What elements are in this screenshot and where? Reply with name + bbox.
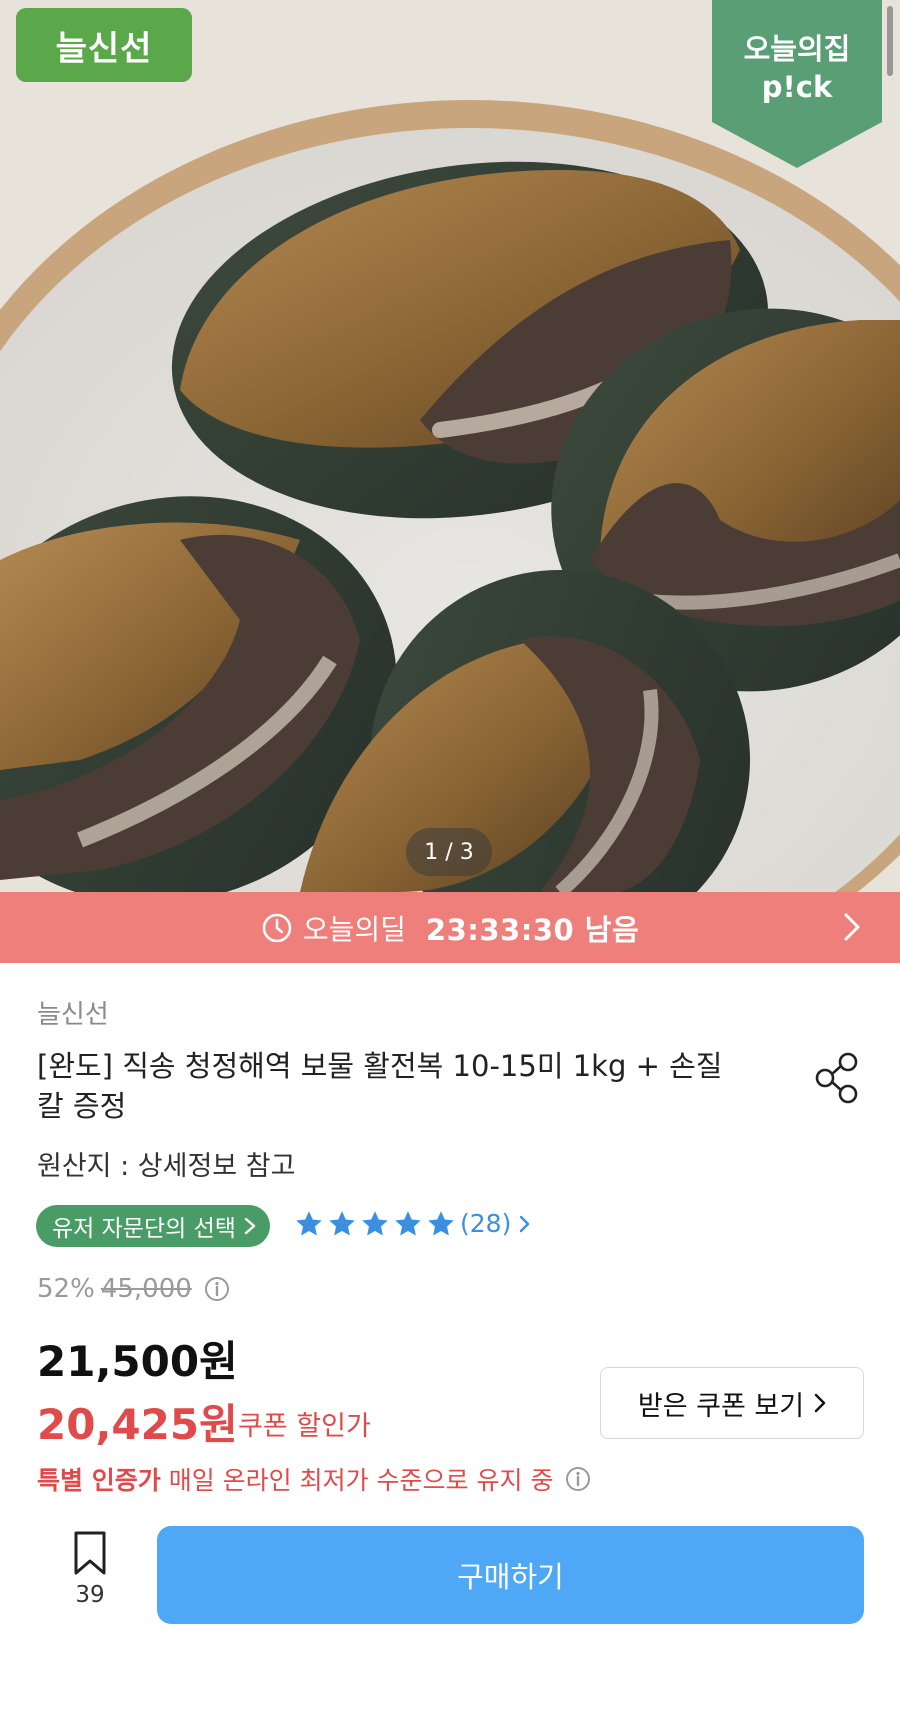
chevron-right-icon <box>520 1215 530 1232</box>
star-icon <box>428 1211 454 1236</box>
chevron-right-icon <box>244 1217 256 1235</box>
ohouse-pick-ribbon: 오늘의집 p!ck <box>712 0 882 168</box>
today-deal-bar[interactable]: 오늘의딜 23:33:30 남음 <box>0 892 900 963</box>
certified-price-label: 특별 인증가 <box>37 1466 161 1495</box>
coupon-price-label: 쿠폰 할인가 <box>238 1411 371 1442</box>
buy-button[interactable]: 구매하기 <box>157 1526 864 1624</box>
discount-rate: 52% <box>37 1274 95 1304</box>
star-icon <box>395 1211 421 1236</box>
ribbon-line-2: p!ck <box>761 70 833 104</box>
advisor-pick-badge[interactable]: 유저 자문단의 선택 <box>36 1205 270 1247</box>
product-title: [완도] 직송 청정해역 보물 활전복 10-15미 1kg + 손질칼 증정 <box>37 1049 723 1123</box>
original-price: 45,000 <box>100 1274 192 1304</box>
share-icon[interactable] <box>812 1051 862 1105</box>
coupon-price: 20,425원 <box>37 1400 238 1449</box>
bookmark-icon <box>74 1531 106 1575</box>
view-coupons-label: 받은 쿠폰 보기 <box>637 1390 805 1422</box>
bookmark-count: 39 <box>75 1582 105 1608</box>
image-pager: 1 / 3 <box>406 828 492 876</box>
star-icon <box>329 1211 355 1236</box>
brand-badge: 늘신선 <box>16 8 192 82</box>
deal-countdown: 23:33:30 남음 <box>425 912 640 947</box>
star-icon <box>362 1211 388 1236</box>
info-icon[interactable] <box>204 1276 230 1302</box>
deal-label: 오늘의딜 <box>302 912 406 946</box>
scrollbar[interactable] <box>887 6 893 76</box>
review-count: (28) <box>460 1209 512 1238</box>
certified-price-row: 특별 인증가 매일 온라인 최저가 수준으로 유지 중 <box>37 1461 591 1497</box>
chevron-right-icon <box>844 913 860 941</box>
rating-stars[interactable] <box>294 1209 456 1239</box>
chevron-right-icon <box>814 1393 826 1413</box>
review-count-link[interactable]: (28) <box>460 1209 530 1238</box>
star-icon <box>296 1211 322 1236</box>
discount-row: 52% 45,000 <box>37 1274 230 1304</box>
certified-price-text: 매일 온라인 최저가 수준으로 유지 중 <box>168 1466 554 1495</box>
origin-info: 원산지 : 상세정보 참고 <box>37 1151 296 1182</box>
product-image-carousel[interactable]: 늘신선 오늘의집 p!ck 1 / 3 <box>0 0 900 892</box>
info-icon[interactable] <box>565 1466 591 1492</box>
advisor-pick-label: 유저 자문단의 선택 <box>52 1216 236 1242</box>
sale-price: 21,500원 <box>37 1337 238 1386</box>
view-coupons-button[interactable]: 받은 쿠폰 보기 <box>600 1367 864 1439</box>
ribbon-text: 오늘의집 p!ck <box>712 30 882 106</box>
clock-icon <box>262 913 292 942</box>
seller-name[interactable]: 늘신선 <box>37 994 109 1031</box>
bookmark-button[interactable]: 39 <box>60 1530 120 1608</box>
ribbon-line-1: 오늘의집 <box>743 32 851 66</box>
